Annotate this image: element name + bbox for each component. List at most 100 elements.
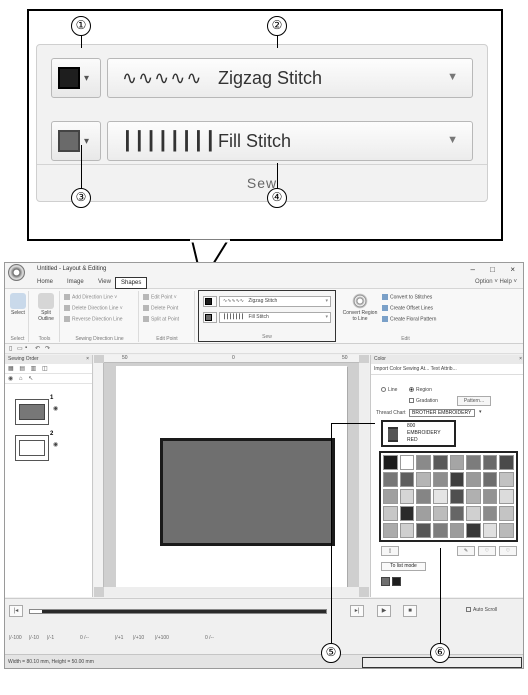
thread-color-swatch[interactable]	[499, 489, 514, 504]
undo-icon[interactable]: ↶	[35, 345, 40, 352]
design-canvas-area[interactable]: 50 0 50	[94, 355, 369, 597]
reverse-direction-line-button[interactable]: Reverse Direction Line	[64, 316, 123, 322]
thread-color-swatch[interactable]	[399, 472, 415, 487]
region-color-button[interactable]: ▾	[51, 121, 101, 161]
step-back-1[interactable]: |/-1	[47, 635, 54, 641]
open-file-icon[interactable]: ▭	[17, 345, 23, 352]
thread-color-swatch[interactable]	[482, 472, 498, 487]
delete-point-button[interactable]: Delete Point	[143, 305, 178, 311]
thread-color-swatch[interactable]	[499, 506, 514, 521]
favorite-remove-icon[interactable]: ♡	[499, 546, 517, 556]
play-icon[interactable]: ▶	[377, 605, 391, 617]
thread-color-swatch[interactable]	[449, 506, 465, 521]
auto-scroll-checkbox[interactable]: Auto Scroll	[466, 607, 497, 613]
split-outline-button[interactable]: Split Outline	[34, 293, 58, 322]
thread-color-swatch[interactable]	[482, 523, 498, 538]
thread-color-swatch[interactable]	[482, 506, 498, 521]
thread-color-swatch[interactable]	[432, 472, 448, 487]
thread-color-swatch[interactable]	[399, 506, 415, 521]
sewing-order-item[interactable]	[15, 435, 49, 461]
sewing-order-view-toolbar[interactable]: ◉ ⌂ ↖	[5, 374, 92, 384]
thread-color-swatch[interactable]	[432, 455, 448, 470]
thread-color-swatch[interactable]	[432, 489, 448, 504]
region-stitch-select[interactable]: ┃┃┃┃┃┃┃ Fill Stitch ▾	[219, 311, 331, 323]
redo-icon[interactable]: ↷	[45, 345, 50, 352]
line-color-button[interactable]	[203, 295, 217, 307]
region-radio[interactable]: Region	[409, 387, 432, 393]
spool-button[interactable]: ▯	[381, 546, 399, 556]
close-icon[interactable]: ×	[510, 265, 515, 274]
step-forward-100[interactable]: |/+100	[155, 635, 169, 641]
thread-color-swatch[interactable]	[482, 455, 498, 470]
new-file-icon[interactable]: ▯	[9, 345, 12, 352]
step-forward-10[interactable]: |/+10	[133, 635, 144, 641]
tab-image[interactable]: Image	[67, 279, 84, 285]
line-color-button[interactable]: ▾	[51, 58, 101, 98]
minimize-icon[interactable]: –	[471, 265, 475, 274]
thread-color-swatch[interactable]	[466, 455, 481, 470]
thread-color-swatch[interactable]	[466, 489, 481, 504]
stop-icon[interactable]: ■	[403, 605, 417, 617]
split-at-point-button[interactable]: Split at Point	[143, 316, 179, 322]
close-icon[interactable]: ×	[519, 356, 522, 362]
attribute-tabs[interactable]: Import Color Sewing At... Text Attrib...	[371, 364, 523, 375]
chevron-down-icon[interactable]: ▾	[479, 409, 482, 415]
line-stitch-select[interactable]: ∿∿∿∿∿ Zigzag Stitch ▼	[107, 58, 473, 98]
thread-color-swatch[interactable]	[499, 472, 514, 487]
tab-shapes[interactable]: Shapes	[115, 277, 148, 289]
thread-color-swatch[interactable]	[466, 506, 481, 521]
thread-color-swatch[interactable]	[416, 472, 431, 487]
thread-color-swatch[interactable]	[416, 455, 431, 470]
line-radio[interactable]: Line	[381, 387, 397, 393]
design-page[interactable]	[116, 366, 347, 588]
add-direction-line-button[interactable]: Add Direction Line ˅	[64, 294, 117, 300]
step-forward-1[interactable]: |/+1	[115, 635, 123, 641]
thread-color-swatch[interactable]	[499, 523, 514, 538]
line-stitch-select[interactable]: ∿∿∿∿∿ Zigzag Stitch ▾	[219, 295, 331, 307]
favorite-add-icon[interactable]: ♡	[478, 546, 496, 556]
recent-color-swatch[interactable]	[392, 577, 401, 586]
thread-color-swatch[interactable]	[383, 455, 398, 470]
region-color-button[interactable]	[203, 311, 217, 323]
thread-color-swatch[interactable]	[416, 506, 431, 521]
thread-color-swatch[interactable]	[399, 455, 415, 470]
sewing-order-item[interactable]	[15, 399, 49, 425]
thread-color-swatch[interactable]	[499, 455, 514, 470]
maximize-icon[interactable]: □	[490, 265, 495, 274]
thread-color-swatch[interactable]	[449, 455, 465, 470]
step-back-100[interactable]: |/-100	[9, 635, 22, 641]
end-icon[interactable]: ▸|	[350, 605, 364, 617]
vertical-scrollbar[interactable]	[359, 363, 369, 587]
list-mode-button[interactable]: To list mode	[381, 562, 426, 571]
thread-color-swatch[interactable]	[449, 523, 465, 538]
thread-color-swatch[interactable]	[466, 472, 481, 487]
thread-color-swatch[interactable]	[416, 523, 431, 538]
thread-color-swatch[interactable]	[383, 472, 398, 487]
create-floral-pattern-button[interactable]: Create Floral Pattern	[382, 316, 436, 322]
convert-region-to-line-button[interactable]: Convert Region to Line	[342, 293, 378, 322]
thread-color-swatch[interactable]	[466, 523, 481, 538]
delete-direction-line-button[interactable]: Delete Direction Line ˅	[64, 305, 123, 311]
thread-color-swatch[interactable]	[449, 489, 465, 504]
gradation-checkbox[interactable]: Gradation	[409, 398, 438, 404]
thread-color-swatch[interactable]	[432, 523, 448, 538]
thread-color-swatch[interactable]	[482, 489, 498, 504]
eye-icon[interactable]: ◉	[53, 405, 58, 412]
app-logo-icon[interactable]	[8, 264, 25, 281]
thread-color-swatch[interactable]	[432, 506, 448, 521]
horizontal-scrollbar[interactable]	[104, 587, 359, 597]
close-icon[interactable]: ×	[86, 356, 89, 362]
thread-color-swatch[interactable]	[399, 489, 415, 504]
thread-color-swatch[interactable]	[449, 472, 465, 487]
selected-rectangle-shape[interactable]	[160, 438, 335, 546]
thread-color-swatch[interactable]	[416, 489, 431, 504]
thread-color-swatch[interactable]	[383, 506, 398, 521]
create-offset-lines-button[interactable]: Create Offset Lines	[382, 305, 433, 311]
tab-home[interactable]: Home	[37, 279, 53, 285]
eye-icon[interactable]: ◉	[53, 441, 58, 448]
eyedropper-icon[interactable]: ✎	[457, 546, 475, 556]
thread-color-swatch[interactable]	[383, 523, 398, 538]
recent-color-swatch[interactable]	[381, 577, 390, 586]
sewing-order-toolbar[interactable]: ▦ ▤ ▥ ◫	[5, 364, 92, 374]
region-stitch-select[interactable]: ┃┃┃┃┃┃┃┃ Fill Stitch ▼	[107, 121, 473, 161]
